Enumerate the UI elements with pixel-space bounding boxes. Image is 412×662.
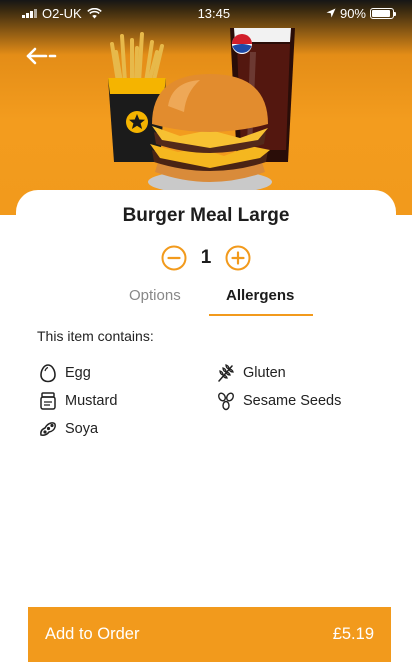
allergen-item-soya: Soya <box>38 419 98 439</box>
egg-icon <box>40 364 56 383</box>
tab-options[interactable]: Options <box>129 287 181 304</box>
signal-icon <box>22 8 37 18</box>
mustard-jar-icon <box>40 392 56 410</box>
status-right: 90% <box>326 5 396 21</box>
allergens-heading: This item contains: <box>37 328 154 344</box>
allergen-item-egg: Egg <box>38 363 91 383</box>
order-price: £5.19 <box>332 625 374 643</box>
add-to-order-label: Add to Order <box>45 625 140 643</box>
clock: 13:45 <box>197 5 231 21</box>
allergen-item-mustard: Mustard <box>38 391 117 411</box>
allergen-label: Egg <box>65 365 91 381</box>
plus-circle-icon[interactable] <box>225 245 251 271</box>
carrier-label: O2-UK <box>42 5 82 21</box>
wifi-icon <box>86 7 102 18</box>
allergen-label: Gluten <box>243 365 286 381</box>
quantity-stepper: 1 <box>0 243 412 273</box>
allergen-label: Mustard <box>65 393 118 409</box>
battery-icon <box>370 7 396 19</box>
meal-photo <box>108 28 295 194</box>
battery-percent: 90% <box>339 5 366 21</box>
allergen-label: Soya <box>65 421 99 437</box>
add-to-order-button[interactable]: Add to Order £5.19 <box>28 607 391 662</box>
back-arrow-icon[interactable] <box>24 42 60 70</box>
status-left: O2-UK <box>22 6 102 21</box>
active-tab-indicator <box>209 314 313 316</box>
allergen-item-sesame: Sesame Seeds <box>216 391 341 411</box>
minus-circle-icon[interactable] <box>161 245 187 271</box>
tab-allergens[interactable]: Allergens <box>226 287 294 304</box>
hero-banner: O2-UK 13:45 90% <box>0 0 412 215</box>
soya-icon <box>40 422 56 436</box>
sesame-icon <box>218 392 234 411</box>
quantity-value: 1 <box>200 247 212 268</box>
item-title: Burger Meal Large <box>122 205 290 226</box>
tab-bar: Options Allergens <box>0 287 412 319</box>
location-arrow-icon <box>326 8 336 18</box>
allergen-item-gluten: Gluten <box>216 363 286 383</box>
wheat-icon <box>218 364 234 382</box>
allergen-label: Sesame Seeds <box>243 393 342 409</box>
